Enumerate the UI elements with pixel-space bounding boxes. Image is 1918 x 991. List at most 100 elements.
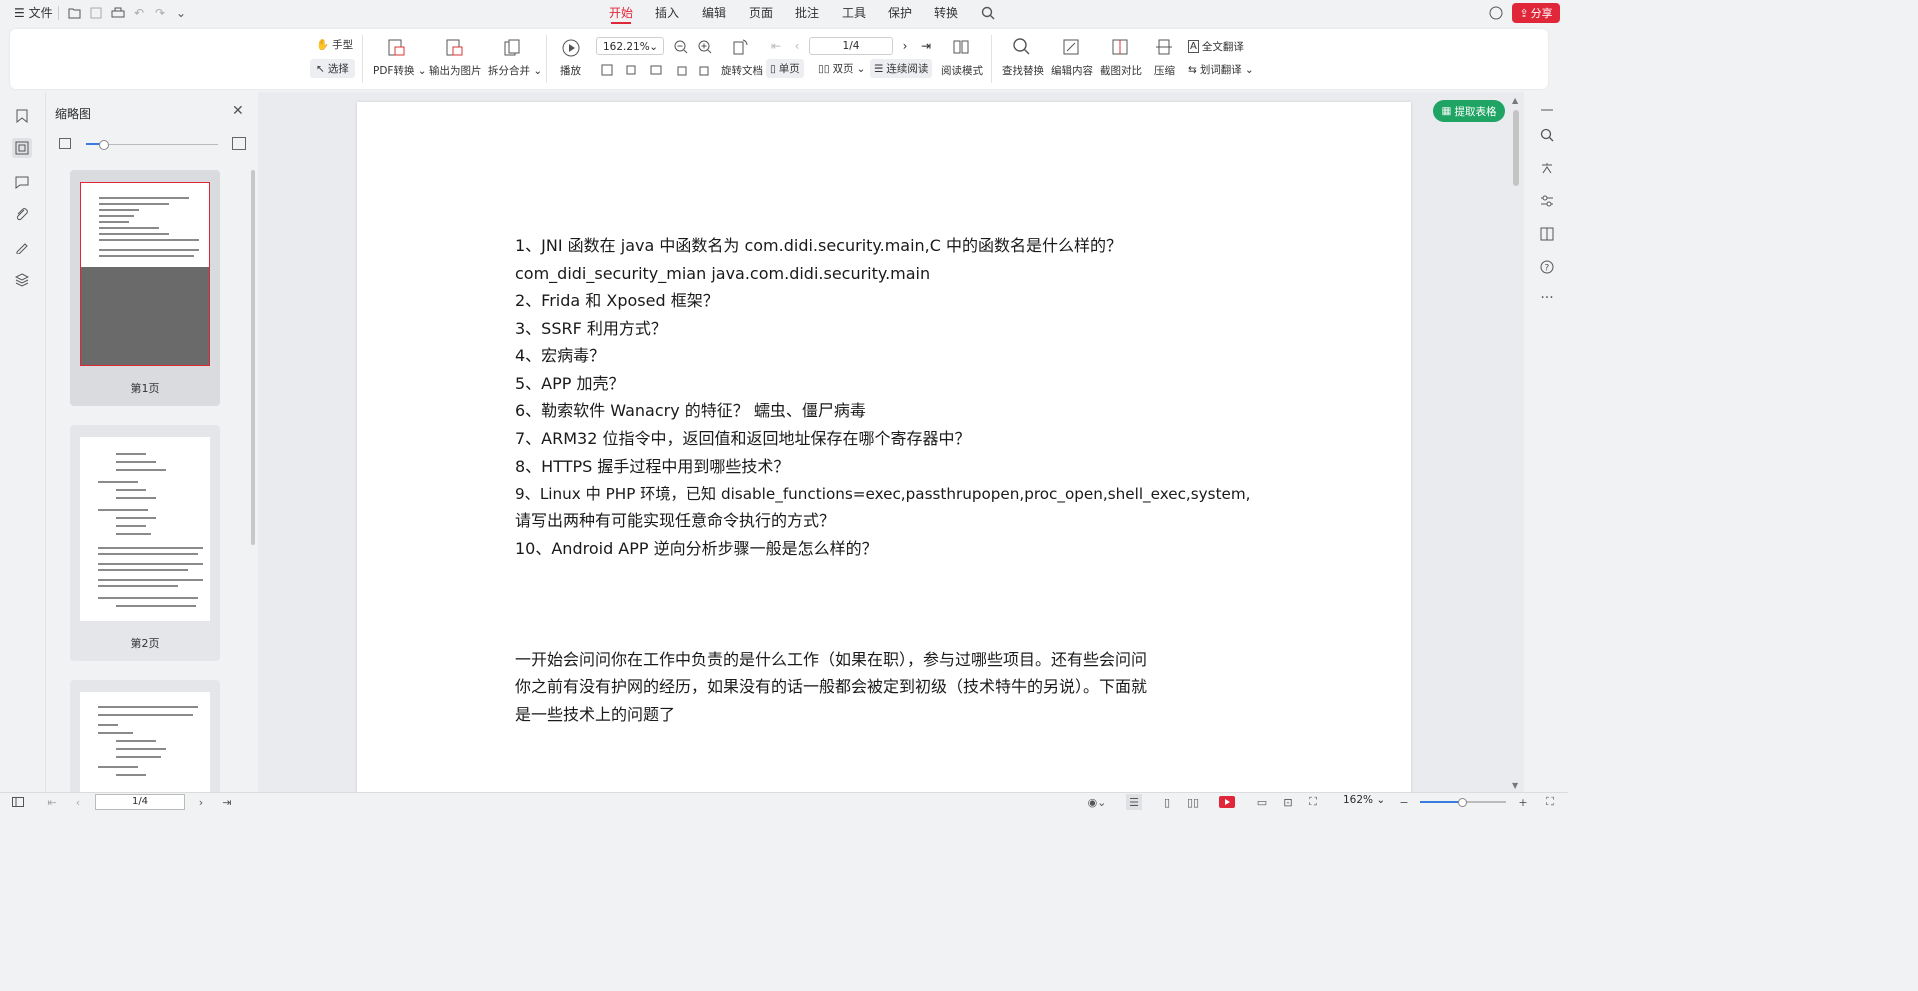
- read-mode-button[interactable]: 阅读模式: [941, 63, 983, 78]
- bookmark-icon[interactable]: [12, 106, 32, 126]
- play-icon[interactable]: [1219, 794, 1235, 810]
- vertical-scrollbar[interactable]: ▲ ▼: [1512, 96, 1520, 790]
- sidebar-toggle-icon[interactable]: [10, 794, 26, 810]
- chevron-down-icon[interactable]: ⌄: [173, 5, 189, 21]
- compress-icon: [1154, 37, 1174, 57]
- scroll-up-icon[interactable]: ▲: [1512, 96, 1518, 105]
- translate-icon[interactable]: [1537, 158, 1557, 178]
- zoom-slider[interactable]: [1420, 798, 1506, 807]
- tab-insert[interactable]: 插入: [655, 0, 679, 26]
- save-icon[interactable]: [88, 5, 104, 21]
- slider-handle[interactable]: [1458, 798, 1467, 807]
- signature-icon[interactable]: [12, 237, 32, 257]
- scroll-down-icon[interactable]: ▼: [1512, 781, 1518, 790]
- pdf-convert-button[interactable]: PDF转换 ⌄: [373, 63, 427, 78]
- file-menu[interactable]: ☰ 文件: [14, 0, 53, 26]
- tab-protect[interactable]: 保护: [888, 0, 912, 26]
- share-button[interactable]: ⇪ 分享: [1512, 3, 1560, 23]
- tab-tools[interactable]: 工具: [842, 0, 866, 26]
- screenshot-compare-button[interactable]: 截图对比: [1100, 63, 1142, 78]
- thumbnail-page-3[interactable]: [70, 680, 220, 792]
- status-zoom-select[interactable]: 162% ⌄: [1343, 794, 1385, 806]
- open-folder-icon[interactable]: [67, 5, 83, 21]
- extract-table-button[interactable]: ▦ 提取表格: [1433, 100, 1505, 122]
- last-page-icon[interactable]: ⇥: [219, 794, 235, 810]
- tab-start[interactable]: 开始: [609, 0, 633, 26]
- fit-page-icon[interactable]: [621, 60, 641, 80]
- slider-handle[interactable]: [99, 140, 109, 150]
- thumbnail-icon[interactable]: [12, 138, 32, 158]
- comment-icon[interactable]: [12, 172, 32, 192]
- zoom-select[interactable]: 162.21% ⌄: [596, 37, 664, 55]
- large-image-icon[interactable]: [232, 137, 246, 153]
- zoom-out-icon[interactable]: −: [1396, 794, 1412, 810]
- fit-width-icon[interactable]: [646, 60, 666, 80]
- next-page-icon[interactable]: ›: [193, 794, 209, 810]
- hamburger-icon: ☰: [14, 6, 25, 20]
- continuous-read-button[interactable]: ☰ 连续阅读: [870, 59, 933, 78]
- scroll-thumb[interactable]: [1513, 110, 1519, 186]
- help-icon[interactable]: ?: [1537, 257, 1557, 277]
- close-icon[interactable]: ✕: [232, 103, 244, 119]
- continuous-view-icon[interactable]: ☰: [1126, 794, 1142, 810]
- last-page-icon[interactable]: ⇥: [916, 36, 936, 56]
- search-icon[interactable]: [980, 5, 996, 21]
- tab-convert[interactable]: 转换: [934, 0, 958, 26]
- double-view-icon[interactable]: ▯▯: [1185, 794, 1201, 810]
- prev-page-icon[interactable]: ‹: [70, 794, 86, 810]
- first-page-icon[interactable]: ⇤: [44, 794, 60, 810]
- compare-icon[interactable]: [1537, 224, 1557, 244]
- layers-icon[interactable]: [12, 270, 32, 290]
- eye-icon[interactable]: ◉⌄: [1084, 794, 1110, 810]
- single-page-button[interactable]: ▯ 单页: [766, 59, 804, 78]
- small-image-icon[interactable]: [59, 138, 71, 152]
- split-merge-button[interactable]: 拆分合并 ⌄: [488, 63, 542, 78]
- status-page-input[interactable]: 1/4: [95, 794, 185, 810]
- fullscreen-icon[interactable]: ⛶: [1305, 794, 1321, 810]
- thumbnail-page-2[interactable]: 第2页: [70, 425, 220, 661]
- zoom-in-icon[interactable]: +: [1515, 794, 1531, 810]
- zoom-out-icon[interactable]: [671, 37, 691, 57]
- prev-page-icon[interactable]: ‹: [787, 36, 807, 56]
- export-image-button[interactable]: 输出为图片: [429, 63, 482, 78]
- thumbnail-image: [80, 692, 210, 792]
- redo-icon[interactable]: ↷: [152, 5, 168, 21]
- panel-scrollbar[interactable]: [251, 170, 255, 545]
- find-replace-button[interactable]: 查找替换: [1002, 63, 1044, 78]
- tab-page[interactable]: 页面: [749, 0, 773, 26]
- first-page-icon[interactable]: ⇤: [766, 36, 786, 56]
- doc-line: 8、HTTPS 握手过程中用到哪些技术？: [515, 457, 790, 476]
- expand-icon[interactable]: ⛶: [1542, 794, 1558, 810]
- full-translate-button[interactable]: A 全文翻译: [1188, 39, 1244, 54]
- attachment-icon[interactable]: [12, 204, 32, 224]
- rotate-doc-button[interactable]: 旋转文档: [721, 63, 763, 78]
- next-page-icon[interactable]: ›: [895, 36, 915, 56]
- search-icon[interactable]: [1537, 125, 1557, 145]
- more-icon[interactable]: ···: [1537, 288, 1557, 308]
- select-tool-button[interactable]: ↖ 选择: [310, 59, 355, 78]
- single-view-icon[interactable]: ▯: [1159, 794, 1175, 810]
- thumbnail-page-1[interactable]: 第1页: [70, 170, 220, 406]
- double-page-button[interactable]: ▯▯ 双页 ⌄: [818, 61, 865, 76]
- print-icon[interactable]: [110, 5, 126, 21]
- page-number-input[interactable]: 1/4: [809, 37, 893, 55]
- fit-icon[interactable]: ▭: [1254, 794, 1270, 810]
- word-translate-button[interactable]: ⇆ 划词翻译 ⌄: [1188, 62, 1254, 77]
- minimize-icon[interactable]: [1537, 100, 1557, 120]
- tab-annotate[interactable]: 批注: [795, 0, 819, 26]
- compress-button[interactable]: 压缩: [1154, 63, 1175, 78]
- undo-icon[interactable]: ↶: [131, 5, 147, 21]
- rotate-right-icon[interactable]: [695, 60, 715, 80]
- thumbnail-size-slider[interactable]: [86, 140, 218, 150]
- chat-icon[interactable]: [1488, 5, 1504, 21]
- play-button[interactable]: 播放: [560, 63, 581, 78]
- fit-page-icon[interactable]: ⊡: [1280, 794, 1296, 810]
- share-label: 分享: [1530, 7, 1553, 20]
- hand-tool-button[interactable]: ✋ 手型: [316, 37, 353, 52]
- actual-size-icon[interactable]: [597, 60, 617, 80]
- rotate-left-icon[interactable]: [671, 60, 691, 80]
- zoom-in-icon[interactable]: [695, 37, 715, 57]
- edit-content-button[interactable]: 编辑内容: [1051, 63, 1093, 78]
- tab-edit[interactable]: 编辑: [702, 0, 726, 26]
- settings-sliders-icon[interactable]: [1537, 191, 1557, 211]
